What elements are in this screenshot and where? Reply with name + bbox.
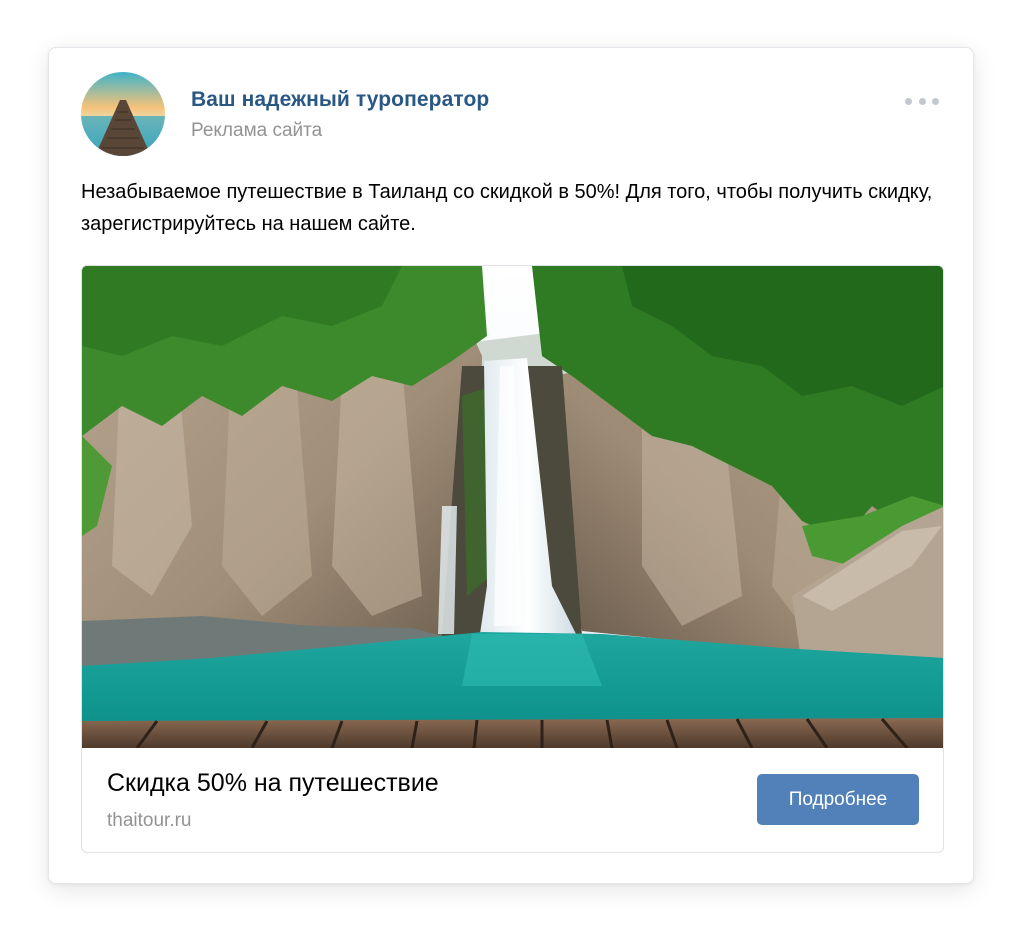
dot xyxy=(932,97,939,105)
ad-label: Реклама сайта xyxy=(191,120,323,141)
dot xyxy=(918,97,926,105)
snippet-title[interactable]: Скидка 50% на путешествие xyxy=(107,769,439,798)
author-name-link[interactable]: Ваш надежный туроператор xyxy=(191,88,489,112)
details-button[interactable]: Подробнее xyxy=(757,774,919,825)
waterfall-photo[interactable] xyxy=(82,266,944,748)
more-dots-icon[interactable] xyxy=(905,94,939,108)
post-text: Незабываемое путешествие в Таиланд со ск… xyxy=(81,181,933,235)
link-attachment[interactable]: Скидка 50% на путешествие thaitour.ru По… xyxy=(81,265,944,853)
snippet-domain: thaitour.ru xyxy=(107,810,192,831)
dot xyxy=(905,97,912,105)
link-snippet[interactable]: Скидка 50% на путешествие thaitour.ru По… xyxy=(82,748,943,852)
pier-sunset-avatar-image xyxy=(81,72,165,156)
ad-post-card: Ваш надежный туроператор Реклама сайта Н… xyxy=(48,47,974,884)
author-avatar[interactable] xyxy=(81,72,165,156)
